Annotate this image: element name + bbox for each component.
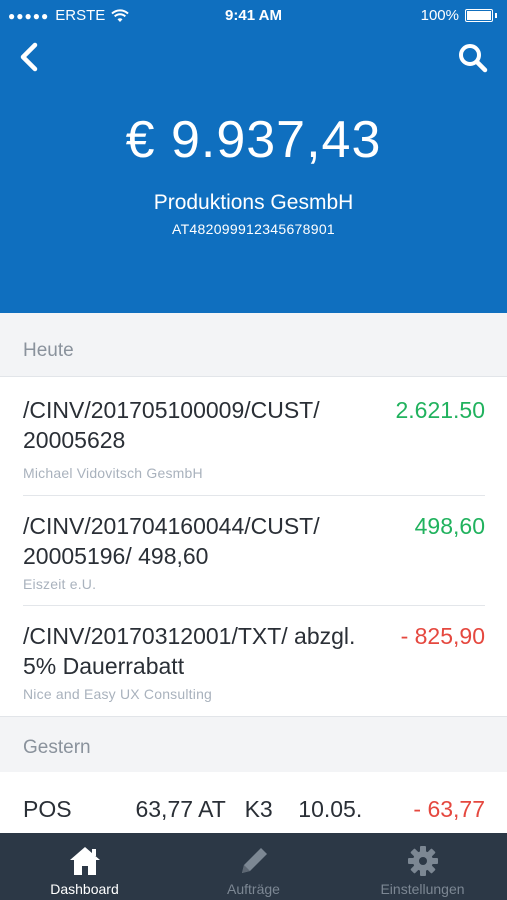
battery-indicator: 100% xyxy=(421,7,497,24)
section-header-today: Heute xyxy=(0,313,507,377)
search-icon[interactable] xyxy=(457,42,489,74)
transaction-amount: 498,60 xyxy=(414,513,485,539)
section-header-yesterday: Gestern xyxy=(0,716,507,773)
transaction-row[interactable]: POS 63,77 AT K3 10.05. - 63,77 xyxy=(0,772,507,833)
transaction-description: /CINV/201705100009/CUST/ 20005628 xyxy=(23,397,320,453)
account-name: Produktions GesmbH xyxy=(153,191,354,214)
transaction-counterparty: Michael Vidovitsch GesmbH xyxy=(23,465,203,481)
tab-dashboard[interactable]: Dashboard xyxy=(0,833,169,900)
transaction-counterparty: Nice and Easy UX Consulting xyxy=(23,686,213,702)
transaction-amount: - 825,90 xyxy=(400,623,485,649)
transaction-row[interactable]: /CINV/20170312001/TXT/ abzgl. 5% Dauerra… xyxy=(0,606,507,716)
tab-bar: Dashboard Aufträge Einstellungen xyxy=(0,833,507,900)
tab-label: Einstellungen xyxy=(380,881,465,897)
section-label: Gestern xyxy=(23,737,91,758)
transaction-amount: 2.621.50 xyxy=(395,397,485,423)
section-label: Heute xyxy=(23,340,74,361)
transaction-list-yesterday: POS 63,77 AT K3 10.05. - 63,77 xyxy=(0,772,507,833)
tab-label: Dashboard xyxy=(50,881,119,897)
transaction-list-today: /CINV/201705100009/CUST/ 20005628 Michae… xyxy=(0,377,507,716)
transaction-description: /CINV/20170312001/TXT/ abzgl. 5% Dauerra… xyxy=(23,623,356,679)
tab-label: Aufträge xyxy=(227,881,280,897)
account-header: ●●●●● ERSTE 9:41 AM 100% € 9.937,43 Prod… xyxy=(0,0,507,313)
transaction-description: POS 63,77 AT K3 10.05. xyxy=(23,796,363,822)
home-icon xyxy=(69,847,100,875)
account-iban: AT482099912345678901 xyxy=(171,221,335,237)
account-balance: € 9.937,43 xyxy=(125,111,382,169)
battery-percent: 100% xyxy=(420,7,459,24)
pencil-icon xyxy=(241,848,267,873)
transaction-row[interactable]: /CINV/201705100009/CUST/ 20005628 Michae… xyxy=(0,377,507,496)
transaction-description: /CINV/201704160044/CUST/ 20005196/ 498,6… xyxy=(23,513,320,569)
transaction-row[interactable]: /CINV/201704160044/CUST/ 20005196/ 498,6… xyxy=(0,496,507,606)
tab-einstellungen[interactable]: Einstellungen xyxy=(338,833,507,900)
transaction-amount: - 63,77 xyxy=(413,796,485,822)
tab-auftraege[interactable]: Aufträge xyxy=(169,833,338,900)
back-chevron-icon[interactable] xyxy=(14,40,44,74)
status-bar: ●●●●● ERSTE 9:41 AM 100% xyxy=(0,0,507,30)
gear-icon xyxy=(407,846,438,876)
battery-icon xyxy=(465,9,493,22)
transaction-counterparty: Eiszeit e.U. xyxy=(23,576,97,592)
